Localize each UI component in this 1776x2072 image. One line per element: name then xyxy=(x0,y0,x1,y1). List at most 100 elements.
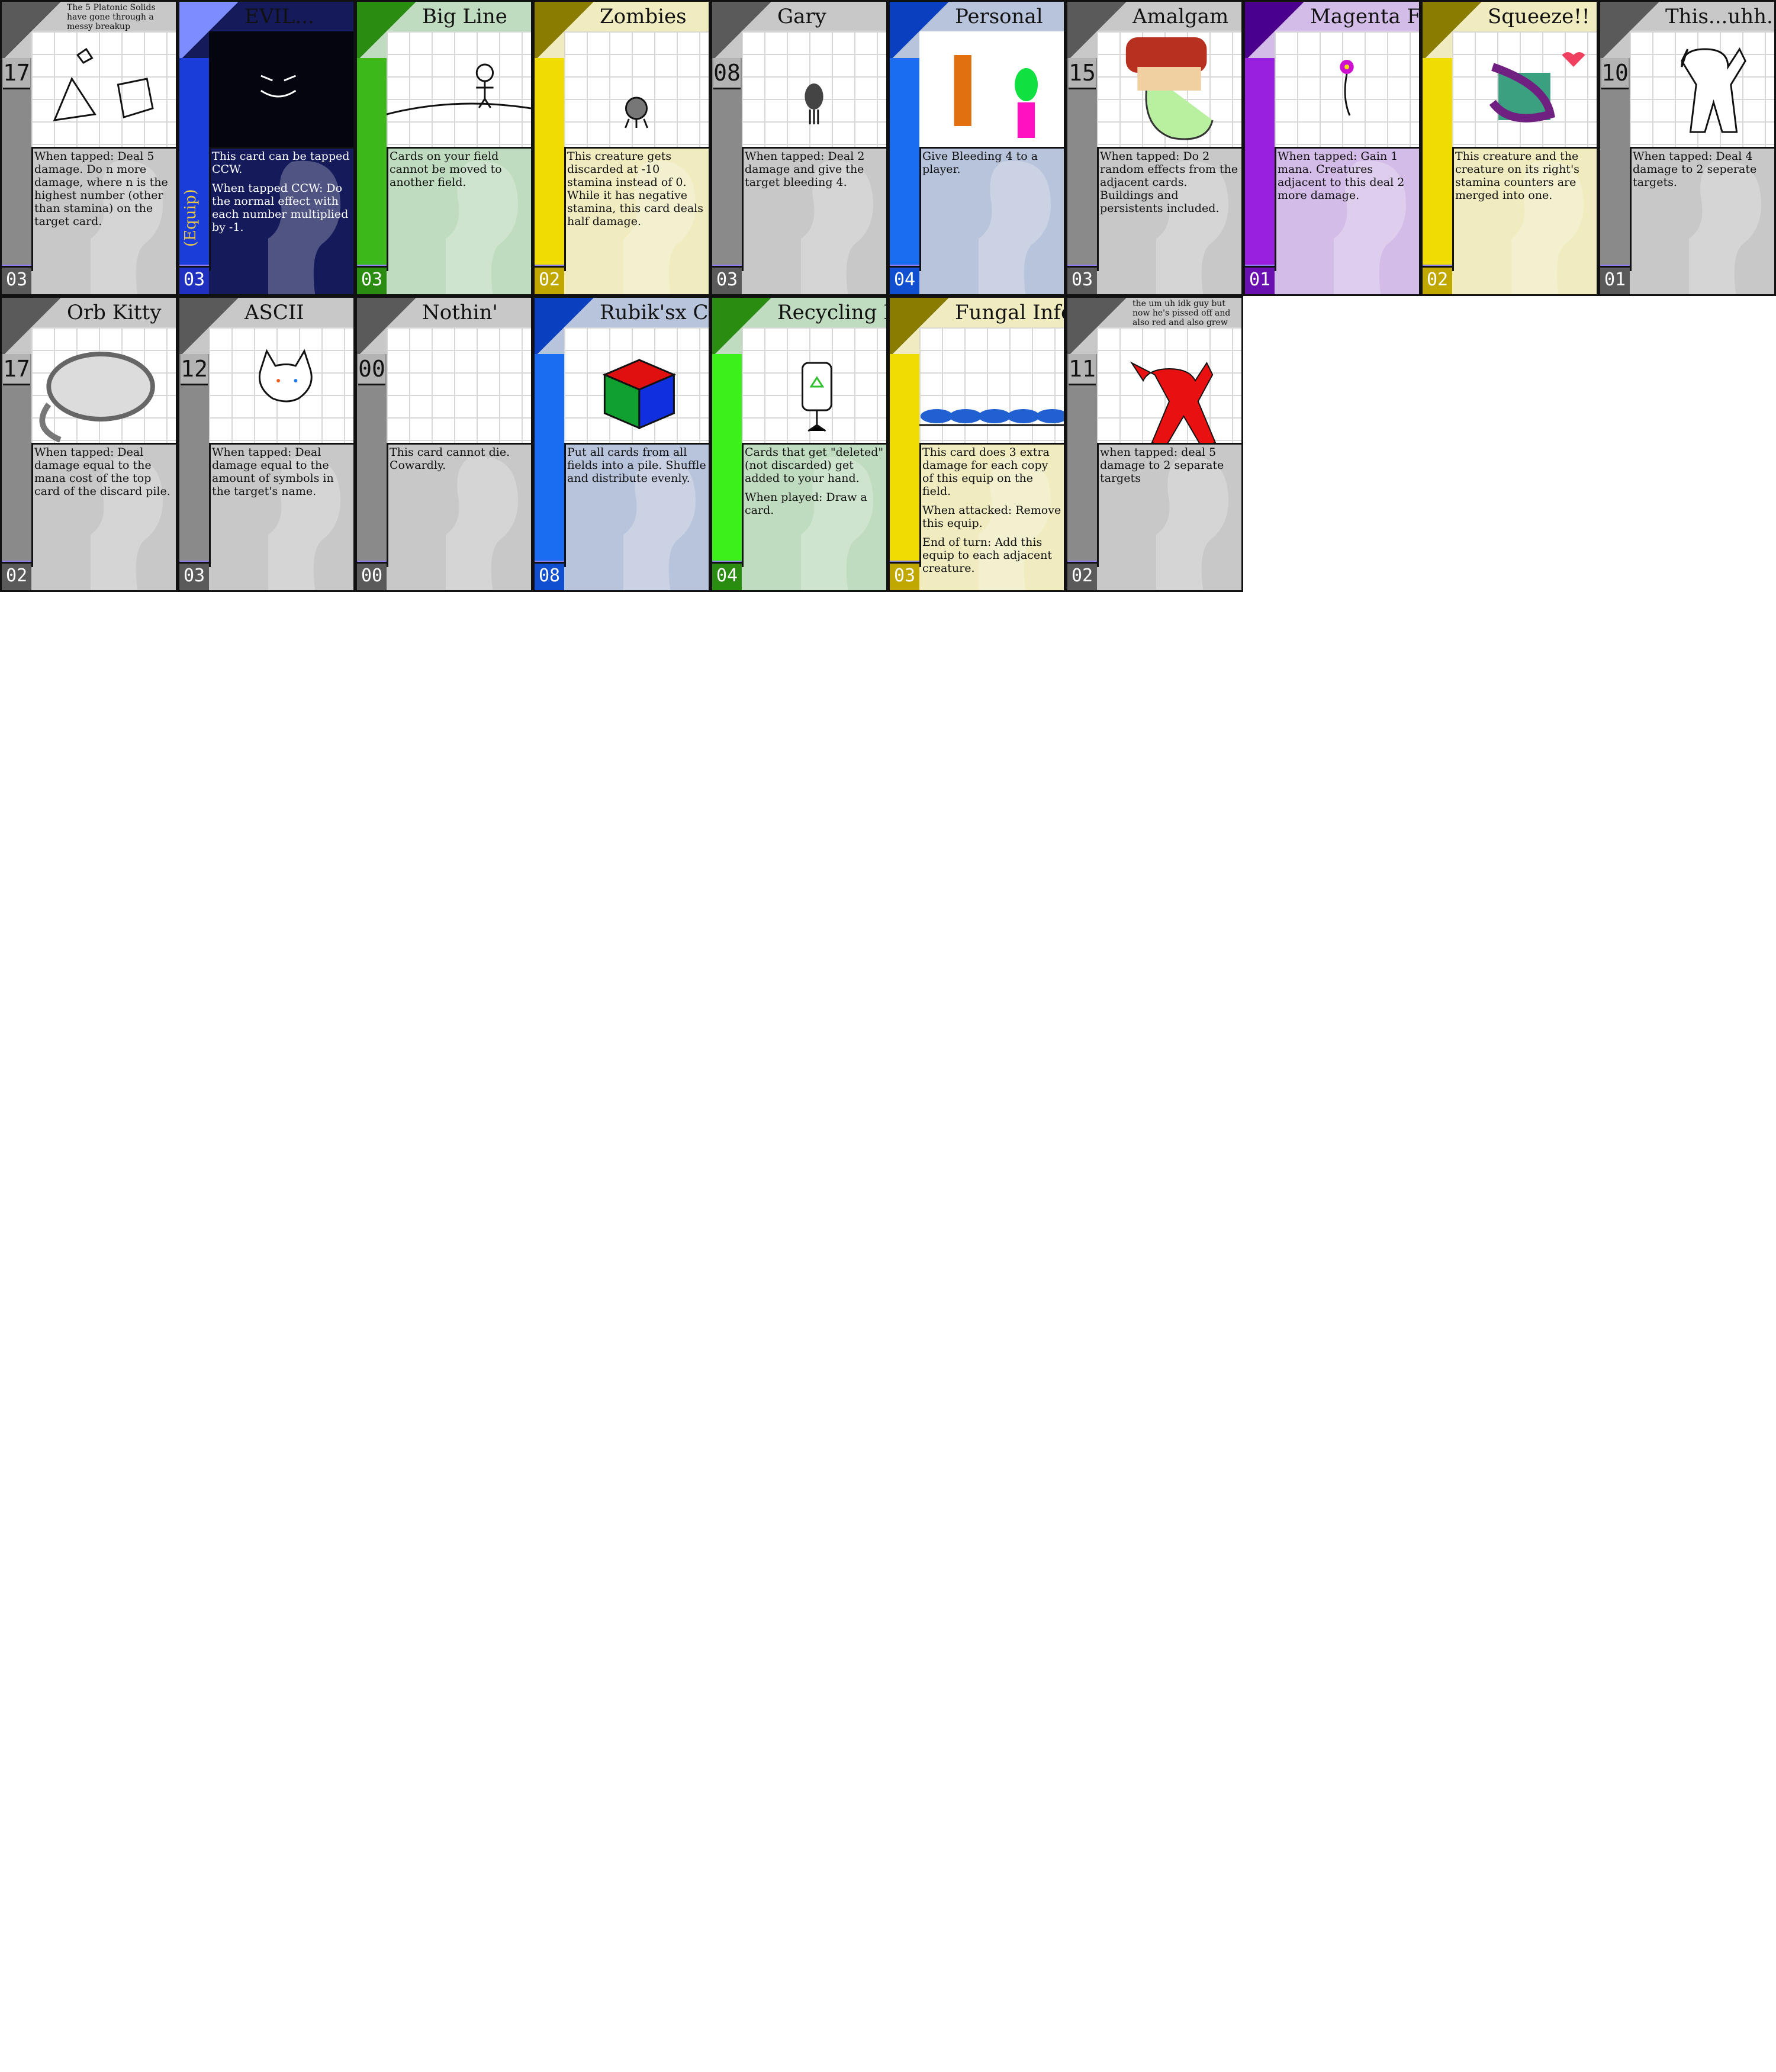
card-cost: 17 xyxy=(3,58,30,89)
card-cost: 11 xyxy=(1069,354,1096,385)
card-effect-text: Put all cards from all fields into a pil… xyxy=(567,446,706,491)
card-title: Personal xyxy=(949,2,1064,33)
game-card-rubiks[interactable]: Rubik'sx Cubiksx Put all cards from all … xyxy=(533,296,710,592)
card-mana-value: 03 xyxy=(712,266,742,294)
game-card-umuh[interactable]: 11 the um uh idk guy but now he's pissed… xyxy=(1066,296,1243,592)
card-effect-text: Cards on your field cannot be moved to a… xyxy=(390,150,529,195)
game-card-ascii[interactable]: 12 ASCII When tapped: Deal damage equal … xyxy=(178,296,355,592)
card-color-stripe xyxy=(890,354,921,567)
card-title: EVIL... xyxy=(239,2,353,33)
card-effect-text: This card does 3 extra damage for each c… xyxy=(922,446,1061,581)
card-effect-text: This card cannot die. Cowardly. xyxy=(390,446,529,478)
card-art xyxy=(919,31,1064,149)
game-card-squeeze[interactable]: Squeeze!! This creature and the creature… xyxy=(1421,0,1598,296)
card-illustration-icon xyxy=(209,31,353,147)
card-mana-value: 03 xyxy=(179,562,209,590)
card-mana-value: 02 xyxy=(1423,266,1452,294)
game-card-nothin[interactable]: 00 Nothin' This card cannot die. Cowardl… xyxy=(355,296,533,592)
card-title: Amalgam xyxy=(1127,2,1241,33)
card-illustration-icon xyxy=(258,349,313,403)
game-card-bigline[interactable]: Big Line Cards on your field cannot be m… xyxy=(355,0,533,296)
card-title: ASCII xyxy=(239,298,353,329)
card-art xyxy=(564,31,709,149)
card-color-stripe xyxy=(712,354,744,567)
card-cost: 15 xyxy=(1069,58,1096,89)
card-mana-value: 03 xyxy=(890,562,919,590)
card-art xyxy=(387,327,531,445)
game-card-thisuhh[interactable]: 10 This...uhh... idk When tapped: Deal 4… xyxy=(1598,0,1776,296)
game-card-personal[interactable]: Personal Give Bleeding 4 to a player. 04 xyxy=(888,0,1066,296)
game-card-zombies[interactable]: Zombies This creature gets discarded at … xyxy=(533,0,710,296)
card-illustration-icon xyxy=(625,96,648,128)
card-title: Rubik'sx Cubiksx xyxy=(594,298,709,329)
card-art xyxy=(1275,31,1419,149)
card-effect-text: When tapped: Deal damage equal to the am… xyxy=(212,446,351,504)
card-mana-value: 03 xyxy=(2,266,31,294)
card-art xyxy=(742,31,886,149)
card-effect-line: This creature gets discarded at -10 stam… xyxy=(567,150,704,228)
game-card-evil[interactable]: EVIL... This card can be tapped CCW. When… xyxy=(178,0,355,296)
card-effect-line: This card can be tapped CCW. xyxy=(212,150,350,176)
card-effect-text: This creature and the creature on its ri… xyxy=(1455,150,1594,208)
card-illustration-icon xyxy=(805,83,823,124)
card-mana-value: 03 xyxy=(1067,266,1097,294)
card-title: Fungal Infection xyxy=(949,298,1064,329)
card-title: Magenta Flower xyxy=(1304,2,1419,33)
card-cost: 17 xyxy=(3,354,30,385)
card-effect-text: When tapped: Deal 4 damage to 2 seperate… xyxy=(1633,150,1772,195)
card-title: The 5 Platonic Solids have gone through … xyxy=(61,2,176,34)
card-art xyxy=(209,327,353,445)
card-effect-text: Cards that get "deleted" (not discarded)… xyxy=(745,446,884,523)
card-effect-line: This card does 3 extra damage for each c… xyxy=(922,446,1050,498)
card-title: Big Line xyxy=(416,2,531,33)
card-color-stripe xyxy=(357,354,388,567)
card-illustration-icon xyxy=(919,409,1064,426)
card-effect-line: End of turn: Add this equip to each adja… xyxy=(922,536,1052,575)
card-color-stripe xyxy=(712,58,744,271)
card-mana-value: 04 xyxy=(890,266,919,294)
game-card-gary[interactable]: 08 Gary When tapped: Deal 2 damage and g… xyxy=(710,0,888,296)
card-effect-line: When played: Draw a card. xyxy=(745,491,867,517)
card-effect-line: Cards on your field cannot be moved to a… xyxy=(390,150,502,189)
card-illustration-icon xyxy=(1130,361,1217,443)
card-effect-text: This card can be tapped CCW. When tapped … xyxy=(212,150,351,240)
card-mana-value: 02 xyxy=(535,266,564,294)
card-cost: 08 xyxy=(713,58,741,89)
card-color-stripe xyxy=(1245,58,1276,271)
card-art xyxy=(209,31,353,149)
card-effect-line: When tapped: Deal damage equal to the am… xyxy=(212,446,334,498)
card-art xyxy=(31,31,176,149)
card-illustration-icon xyxy=(39,352,155,443)
card-mana-value: 03 xyxy=(179,266,209,294)
equip-label: (Equip) xyxy=(182,189,200,247)
game-card-platonic[interactable]: 17 The 5 Platonic Solids have gone throu… xyxy=(0,0,178,296)
card-illustration-icon xyxy=(53,47,154,121)
card-effect-line: This creature and the creature on its ri… xyxy=(1455,150,1579,202)
card-art xyxy=(31,327,176,445)
card-title: Orb Kitty xyxy=(61,298,176,329)
card-effect-text: When tapped: Gain 1 mana. Creatures adja… xyxy=(1278,150,1417,208)
card-effect-line: When tapped: Do 2 random effects from th… xyxy=(1100,150,1238,215)
card-art xyxy=(564,327,709,445)
card-color-stripe xyxy=(2,354,33,567)
game-card-fungal[interactable]: Fungal Infection This card does 3 extra … xyxy=(888,296,1066,592)
game-card-recycling[interactable]: Recycling Bin Cards that get "deleted" (… xyxy=(710,296,888,592)
card-effect-line: This card cannot die. Cowardly. xyxy=(390,446,510,472)
card-title: Nothin' xyxy=(416,298,531,329)
card-title: Gary xyxy=(771,2,886,33)
card-illustration-icon xyxy=(602,359,677,430)
card-color-stripe xyxy=(535,354,566,567)
card-effect-text: When tapped: Do 2 random effects from th… xyxy=(1100,150,1239,221)
game-card-orbkitty[interactable]: 17 Orb Kitty When tapped: Deal damage eq… xyxy=(0,296,178,592)
card-title: the um uh idk guy but now he's pissed of… xyxy=(1127,298,1241,330)
card-color-stripe xyxy=(357,58,388,271)
card-art xyxy=(1630,31,1774,149)
card-color-stripe xyxy=(2,58,33,271)
card-cost: 00 xyxy=(358,354,385,385)
card-effect-line: When tapped: Deal damage equal to the ma… xyxy=(34,446,170,498)
game-card-amalgam[interactable]: 15 Amalgam When tapped: Do 2 random effe… xyxy=(1066,0,1243,296)
card-illustration-icon xyxy=(1125,37,1214,140)
game-card-magenta[interactable]: Magenta Flower When tapped: Gain 1 mana.… xyxy=(1243,0,1421,296)
card-effect-line: When tapped CCW: Do the normal effect wi… xyxy=(212,182,349,234)
card-color-stripe xyxy=(1067,58,1099,271)
